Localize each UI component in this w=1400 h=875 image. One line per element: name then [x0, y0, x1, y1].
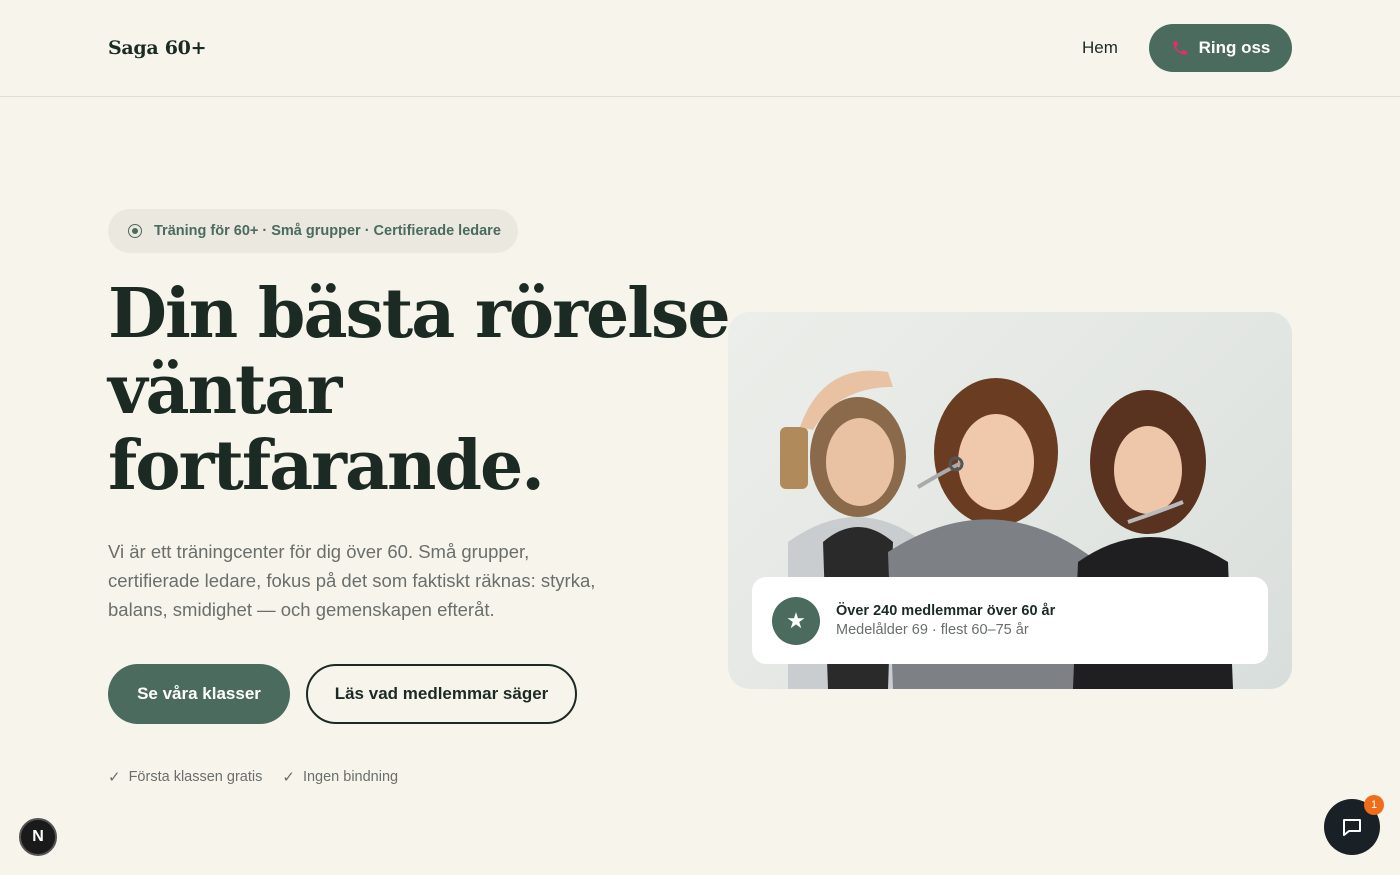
hero-title-line: Din bästa rörelse: [108, 274, 731, 354]
benefit-item: ✓ Ingen bindning: [282, 768, 398, 786]
hero-title-line: väntar: [108, 350, 342, 430]
site-header: Saga 60+ Hem Ring oss: [0, 0, 1400, 97]
stat-subtitle: Medelålder 69 · flest 60–75 år: [836, 622, 1029, 638]
hero-badge: Träning för 60+ · Små grupper · Certifie…: [108, 209, 518, 253]
next-dev-badge[interactable]: N: [19, 818, 57, 856]
benefit-text: Ingen bindning: [302, 769, 399, 785]
stat-title: Över 240 medlemmar över 60 år: [836, 603, 1056, 619]
chat-icon: [1343, 819, 1361, 836]
check-icon: ✓: [282, 769, 295, 786]
hero-description: Vi är ett träningcenter för dig över 60.…: [108, 541, 596, 620]
hero-badge-text: Träning för 60+ · Små grupper · Certifie…: [154, 223, 501, 239]
star-icon: ★: [772, 596, 820, 645]
call-button[interactable]: Ring oss: [1149, 24, 1292, 72]
stat-text: Över 240 medlemmar över 60 år Medelålder…: [836, 603, 1055, 638]
chat-notification-count: 1: [1364, 795, 1384, 815]
call-button-label: Ring oss: [1198, 38, 1271, 57]
read-testimonials-button[interactable]: Läs vad medlemmar säger: [306, 664, 577, 724]
radio-dot-icon: [128, 224, 142, 238]
hero-title: Din bästa rörelse väntar fortfarande.: [108, 274, 731, 506]
see-classes-button[interactable]: Se våra klasser: [108, 664, 290, 724]
nav-home-link[interactable]: Hem: [1082, 38, 1118, 58]
check-icon: ✓: [108, 769, 121, 786]
phone-icon: [1172, 41, 1187, 55]
benefit-list: ✓ Första klassen gratis ✓ Ingen bindning: [108, 768, 398, 786]
benefit-item: ✓ Första klassen gratis: [108, 768, 262, 786]
hero-title-line: fortfarande.: [108, 426, 545, 506]
benefit-text: Första klassen gratis: [128, 769, 263, 785]
logo[interactable]: Saga 60+: [108, 37, 207, 59]
members-stat-card: ★ Över 240 medlemmar över 60 år Medelåld…: [752, 577, 1268, 664]
